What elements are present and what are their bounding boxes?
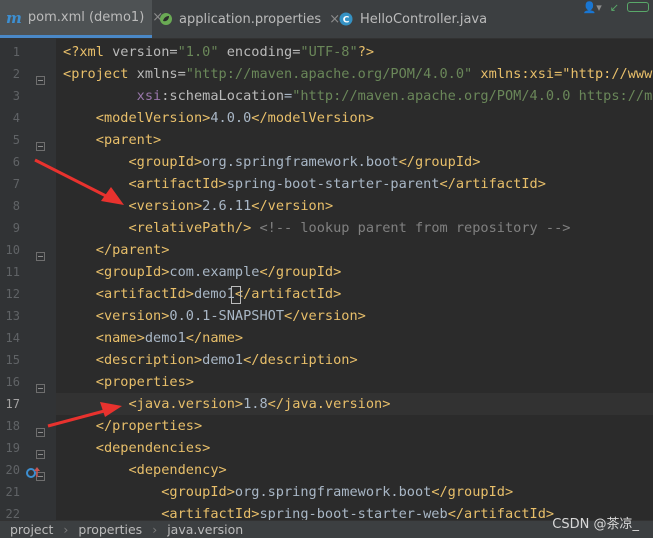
code-line[interactable]: <description>demo1</description> (56, 349, 653, 371)
code-editor[interactable]: <?xml version="1.0" encoding="UTF-8"?> <p… (56, 38, 653, 520)
code-line[interactable]: <artifactId>demo1</artifactId> (56, 283, 653, 305)
fold-end-icon[interactable] (36, 422, 45, 437)
line-number: 19 (5, 441, 20, 455)
user-icon[interactable]: 👤▾ (583, 1, 602, 14)
tab-label: HelloController.java (360, 11, 488, 27)
text-caret (231, 286, 241, 304)
code-line[interactable]: <parent> (56, 129, 653, 151)
breadcrumb-item-project[interactable]: project (10, 522, 53, 537)
fold-end-icon[interactable] (36, 246, 45, 261)
line-number: 21 (5, 485, 20, 499)
toolbar-top-right: 👤▾ ↙ (583, 0, 653, 14)
code-line[interactable]: <name>demo1</name> (56, 327, 653, 349)
line-number: 2 (12, 67, 20, 81)
line-number: 16 (5, 375, 20, 389)
code-line[interactable]: </properties> (56, 415, 653, 437)
line-number: 8 (12, 199, 20, 213)
fold-open-icon[interactable] (36, 136, 45, 151)
line-number: 4 (12, 111, 20, 125)
line-number: 18 (5, 419, 20, 433)
line-number: 17 (5, 397, 20, 411)
line-number-gutter: 1 2 3 4 5 6 7 8 9 10 11 12 13 14 15 16 17 18 19 20 21 22 (0, 38, 56, 521)
code-line[interactable]: <java.version>1.8</java.version> (56, 393, 653, 415)
line-number: 13 (5, 309, 20, 323)
line-number: 5 (12, 133, 20, 147)
line-number: 11 (5, 265, 20, 279)
line-number: 20 (5, 463, 20, 477)
line-number: 10 (5, 243, 20, 257)
line-number: 3 (12, 89, 20, 103)
tab-pom-xml[interactable]: m pom.xml (demo1) × (0, 0, 163, 38)
code-line[interactable]: <?xml version="1.0" encoding="UTF-8"?> (56, 41, 653, 63)
watermark: CSDN @茶凉_ (552, 517, 639, 532)
chevron-right-icon: › (152, 522, 158, 537)
svg-text:C: C (343, 16, 350, 26)
chevron-right-icon: › (63, 522, 69, 537)
code-line[interactable]: <dependency> (56, 459, 653, 481)
tab-label: pom.xml (demo1) (27, 10, 145, 25)
code-line[interactable]: <properties> (56, 371, 653, 393)
fold-open-icon[interactable] (36, 378, 45, 393)
line-number: 15 (5, 353, 20, 367)
code-line[interactable]: <groupId>org.springframework.boot</group… (56, 481, 653, 503)
line-number: 14 (5, 331, 20, 345)
code-line[interactable]: <version>0.0.1-SNAPSHOT</version> (56, 305, 653, 327)
code-line[interactable]: <version>2.6.11</version> (56, 195, 653, 217)
fold-open-icon[interactable] (36, 444, 45, 459)
line-number: 7 (12, 177, 20, 191)
breadcrumb-item-properties[interactable]: properties (78, 522, 142, 537)
tab-application-properties[interactable]: application.properties × (153, 0, 340, 38)
fold-open-icon[interactable] (36, 70, 45, 85)
line-number: 1 (12, 45, 20, 59)
code-line[interactable]: <relativePath/> <!-- lookup parent from … (56, 217, 653, 239)
code-line[interactable]: <dependencies> (56, 437, 653, 459)
code-line[interactable]: <groupId>com.example</groupId> (56, 261, 653, 283)
line-number: 6 (12, 155, 20, 169)
code-line[interactable]: xsi:schemaLocation="http://maven.apache.… (56, 85, 653, 107)
code-line[interactable]: <groupId>org.springframework.boot</group… (56, 151, 653, 173)
editor-tab-bar: m pom.xml (demo1) × application.properti… (0, 0, 653, 39)
dependency-gutter-icon[interactable] (26, 464, 40, 483)
breadcrumb-item-java-version[interactable]: java.version (167, 522, 243, 537)
code-line[interactable]: <artifactId>spring-boot-starter-parent</… (56, 173, 653, 195)
maven-icon: m (6, 8, 22, 27)
code-line[interactable]: <project xmlns="http://maven.apache.org/… (56, 63, 653, 85)
spring-leaf-icon (159, 11, 173, 27)
java-class-icon: C (338, 11, 354, 27)
code-line[interactable]: <modelVersion>4.0.0</modelVersion> (56, 107, 653, 129)
line-number: 9 (12, 221, 20, 235)
vcs-commit-icon[interactable] (627, 2, 649, 12)
tab-label: application.properties (179, 11, 322, 27)
code-line[interactable]: </parent> (56, 239, 653, 261)
tab-hello-controller[interactable]: C HelloController.java (332, 0, 500, 38)
vcs-update-icon[interactable]: ↙ (610, 1, 619, 14)
line-number: 12 (5, 287, 20, 301)
